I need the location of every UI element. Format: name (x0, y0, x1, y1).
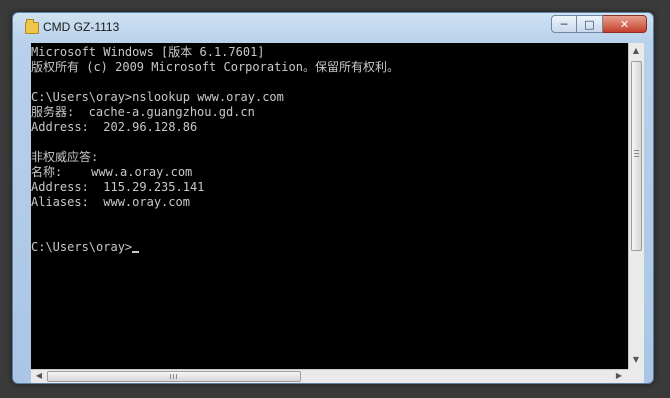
console-output[interactable]: Microsoft Windows [版本 6.1.7601] 版权所有 (c)… (31, 43, 628, 369)
scroll-down-arrow-icon[interactable]: ▼ (629, 353, 643, 367)
console-line: 版权所有 (c) 2009 Microsoft Corporation。保留所有… (31, 60, 399, 74)
horizontal-scrollbar[interactable]: ◀ ▶ (31, 369, 628, 383)
console-line: 非权威应答: (31, 150, 99, 164)
console-line: 名称: www.a.oray.com (31, 165, 193, 179)
prompt-text: C:\Users\oray> (31, 240, 133, 254)
close-button[interactable]: ✕ (603, 15, 647, 33)
horizontal-scroll-thumb[interactable] (47, 371, 301, 382)
scroll-right-arrow-icon[interactable]: ▶ (612, 369, 626, 383)
scroll-left-arrow-icon[interactable]: ◀ (32, 369, 46, 383)
minimize-button[interactable]: ─ (551, 15, 577, 33)
vertical-scroll-thumb[interactable] (631, 61, 642, 251)
text-cursor (132, 251, 140, 253)
scrollbar-corner (628, 369, 644, 383)
console-line: Microsoft Windows [版本 6.1.7601] (31, 45, 265, 59)
grip-line (170, 374, 171, 379)
console-line: C:\Users\oray>nslookup www.oray.com (31, 90, 284, 104)
caption-buttons: ─ □ ✕ (551, 15, 647, 35)
grip-line (634, 150, 639, 151)
console-line: Address: 202.96.128.86 (31, 120, 198, 134)
window-title: CMD GZ-1113 (43, 20, 120, 34)
console-line: Aliases: www.oray.com (31, 195, 190, 209)
console-line: 服务器: cache-a.guangzhou.gd.cn (31, 105, 255, 119)
prompt-line[interactable]: C:\Users\oray> (31, 240, 140, 255)
desktop: CMD GZ-1113 ─ □ ✕ Microsoft Windows [版本 … (0, 0, 670, 398)
grip-line (634, 153, 639, 154)
grip-line (173, 374, 174, 379)
vertical-scrollbar[interactable]: ▲ ▼ (628, 43, 644, 369)
folder-icon (25, 19, 39, 34)
scroll-up-arrow-icon[interactable]: ▲ (629, 44, 643, 58)
cmd-window[interactable]: CMD GZ-1113 ─ □ ✕ Microsoft Windows [版本 … (12, 12, 654, 384)
maximize-button[interactable]: □ (577, 15, 603, 33)
title-bar[interactable]: CMD GZ-1113 ─ □ ✕ (13, 13, 653, 43)
grip-line (176, 374, 177, 379)
grip-line (634, 156, 639, 157)
console-line: Address: 115.29.235.141 (31, 180, 205, 194)
